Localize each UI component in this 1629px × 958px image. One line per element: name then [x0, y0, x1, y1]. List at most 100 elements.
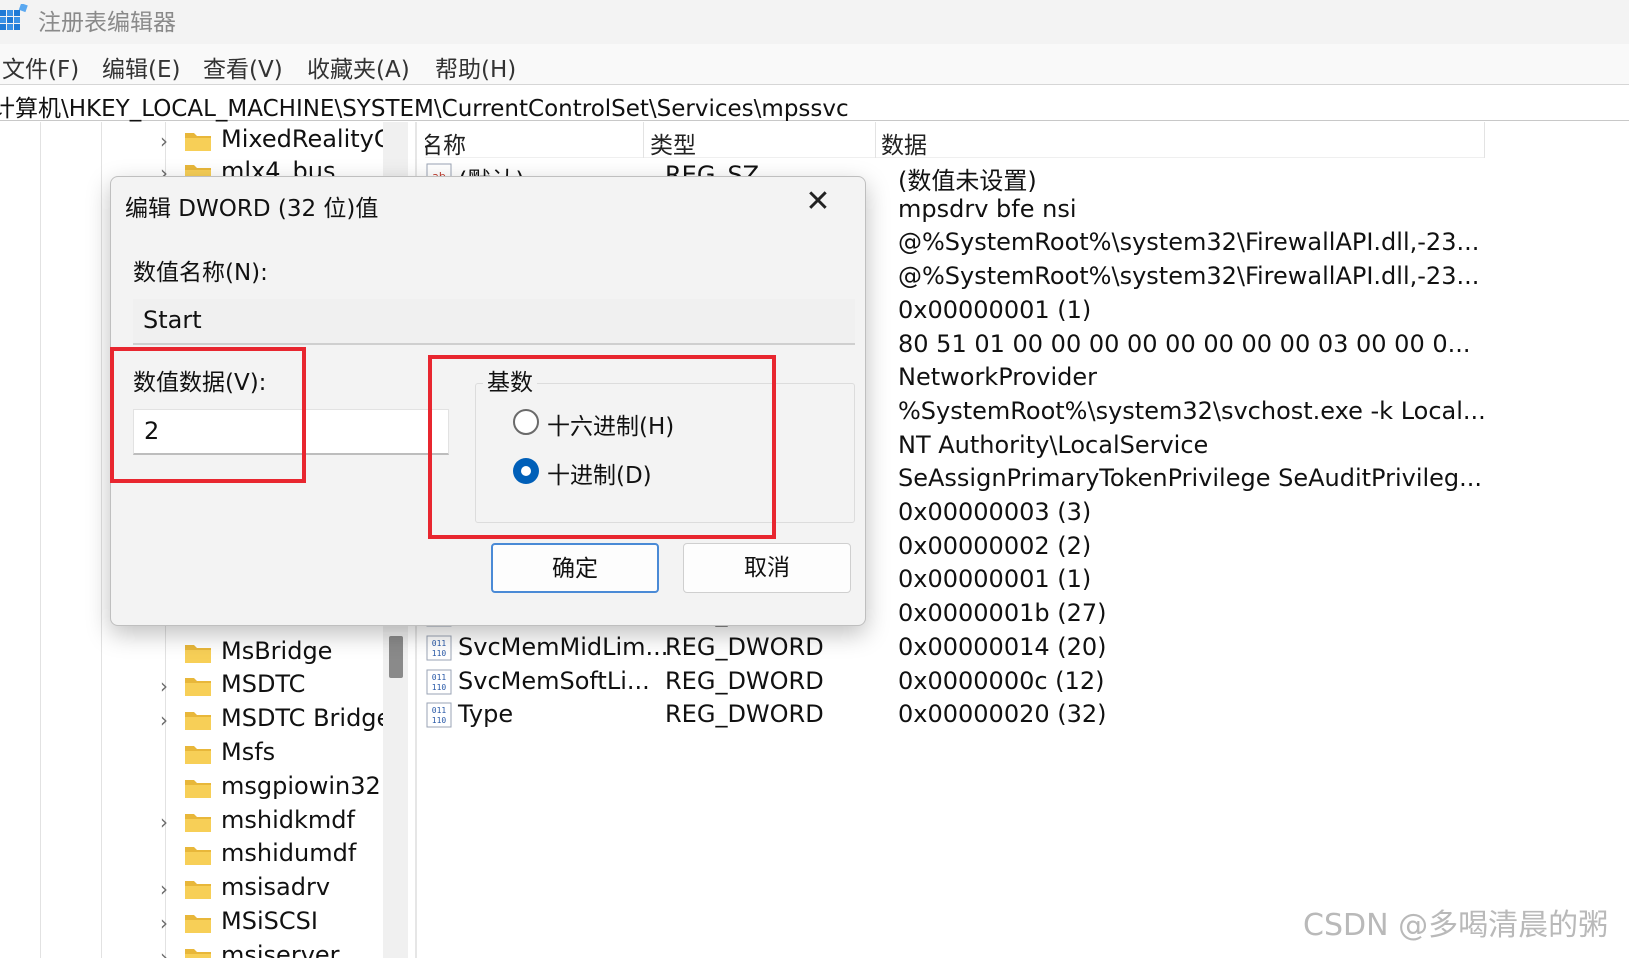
svg-text:011: 011 — [432, 706, 447, 715]
tree-item-label: Msfs — [221, 738, 276, 766]
value-name: SvcMemMidLim... — [458, 632, 669, 661]
svg-text:110: 110 — [432, 683, 447, 692]
value-type: REG_DWORD — [665, 632, 824, 661]
tree-scrollbar-thumb[interactable] — [389, 636, 403, 678]
title-bar: 注册表编辑器 — [0, 0, 1629, 44]
dialog-title-bar[interactable]: 编辑 DWORD (32 位)值 ✕ — [111, 177, 865, 233]
column-header-data[interactable]: 数据 — [881, 126, 927, 160]
folder-icon — [184, 912, 212, 934]
tree-item[interactable]: › mshidkmdf — [0, 805, 384, 839]
registry-editor-window: 注册表编辑器 文件(F) 编辑(E) 查看(V) 收藏夹(A) 帮助(H) 计算… — [0, 0, 1629, 958]
column-separator[interactable] — [643, 122, 644, 158]
folder-icon — [184, 946, 212, 958]
column-separator[interactable] — [875, 122, 876, 158]
tree-item-label: msgpiowin32 — [221, 772, 381, 800]
menu-help[interactable]: 帮助(H) — [435, 50, 516, 84]
value-data: NT Authority\LocalService — [898, 430, 1209, 459]
tree-item[interactable]: › MixedRealityC — [0, 124, 391, 158]
menu-edit[interactable]: 编辑(E) — [102, 50, 180, 84]
value-data: @%SystemRoot%\system32\FirewallAPI.dll,-… — [898, 262, 1480, 291]
column-header-name[interactable]: 名称 — [425, 126, 466, 160]
tree-item[interactable]: msgpiowin32 — [0, 771, 384, 805]
chevron-right-icon[interactable]: › — [160, 913, 174, 933]
menu-file[interactable]: 文件(F) — [2, 50, 79, 84]
address-path[interactable]: 计算机\HKEY_LOCAL_MACHINE\SYSTEM\CurrentCon… — [0, 89, 849, 123]
value-data: 0x0000001b (27) — [898, 599, 1107, 628]
value-data: 0x00000002 (2) — [898, 531, 1092, 560]
value-data: 0x00000003 (3) — [898, 498, 1092, 526]
tree-item-label: MixedRealityC — [221, 125, 391, 153]
value-data: NetworkProvider — [898, 363, 1098, 392]
folder-icon — [184, 709, 212, 731]
dword-value-icon: 011110 — [425, 635, 453, 661]
value-data: 80 51 01 00 00 00 00 00 00 00 00 03 00 0… — [898, 329, 1471, 358]
value-data: 0x00000020 (32) — [898, 700, 1107, 729]
tree-item[interactable]: › MSiSCSI — [0, 906, 384, 940]
tree-item-label: MSiSCSI — [221, 907, 318, 935]
tree-item-label: mshidkmdf — [221, 806, 355, 834]
dialog-title: 编辑 DWORD (32 位)值 — [125, 196, 379, 222]
svg-text:011: 011 — [432, 639, 447, 648]
tree-item[interactable]: MsBridge — [0, 636, 384, 670]
list-row[interactable]: 011 110 Type REG_DWORD 0x00000020 (32) — [425, 698, 1629, 732]
tree-item-label: mshidumdf — [221, 839, 357, 867]
tree-item[interactable]: Msfs — [0, 737, 384, 771]
value-type: REG_DWORD — [665, 700, 824, 729]
value-data: %SystemRoot%\system32\svchost.exe -k Loc… — [898, 396, 1486, 425]
tree-item[interactable]: › MSDTC — [0, 669, 384, 703]
list-row[interactable]: 011 110 SvcMemMidLim... REG_DWORD 0x00000014… — [425, 631, 1629, 665]
dword-value-icon: 011110 — [425, 702, 453, 728]
svg-text:110: 110 — [432, 649, 447, 658]
highlight-box-base — [428, 355, 776, 539]
tree-item[interactable]: › msisadrv — [0, 872, 384, 906]
value-data: (数值未设置) — [898, 167, 1037, 195]
column-separator[interactable] — [1484, 122, 1485, 158]
value-data: @%SystemRoot%\system32\FirewallAPI.dll,-… — [898, 228, 1480, 257]
value-name: Type — [458, 700, 514, 729]
value-data: 0x00000001 (1) — [898, 565, 1092, 594]
svg-text:011: 011 — [432, 673, 447, 682]
menu-bar: 文件(F) 编辑(E) 查看(V) 收藏夹(A) 帮助(H) — [0, 44, 1629, 84]
svg-text:110: 110 — [432, 716, 447, 725]
highlight-box-value-data — [110, 347, 306, 483]
folder-icon — [184, 878, 212, 900]
folder-icon — [184, 743, 212, 765]
tree-item-label: MsBridge — [221, 637, 333, 665]
tree-item-label: msiserver — [221, 941, 340, 958]
close-icon[interactable]: ✕ — [783, 177, 853, 227]
watermark: CSDN @多喝清晨的粥 — [1303, 908, 1609, 943]
chevron-right-icon[interactable]: › — [160, 131, 174, 151]
menu-favorites[interactable]: 收藏夹(A) — [307, 50, 410, 84]
folder-icon — [184, 777, 212, 799]
value-name: SvcMemSoftLi... — [458, 666, 650, 695]
window-title: 注册表编辑器 — [38, 10, 176, 36]
column-header-type[interactable]: 类型 — [650, 126, 696, 160]
chevron-right-icon[interactable]: › — [160, 676, 174, 696]
tree-item-label: msisadrv — [221, 873, 331, 901]
list-row[interactable]: 011 110 SvcMemSoftLi... REG_DWORD 0x0000000c… — [425, 665, 1629, 699]
folder-icon — [184, 844, 212, 866]
chevron-right-icon[interactable]: › — [160, 812, 174, 832]
chevron-right-icon[interactable]: › — [160, 947, 174, 958]
ok-button[interactable]: 确定 — [491, 543, 659, 593]
dword-value-icon: 011110 — [425, 669, 453, 695]
cancel-button[interactable]: 取消 — [683, 543, 851, 593]
registry-editor-icon — [0, 4, 28, 30]
value-data: SeAssignPrimaryTokenPrivilege SeAuditPri… — [898, 464, 1483, 493]
tree-item[interactable]: mshidumdf — [0, 838, 384, 872]
value-name-field: Start — [133, 299, 855, 345]
tree-item[interactable]: › MSDTC Bridge — [0, 703, 391, 737]
folder-icon — [184, 642, 212, 664]
chevron-right-icon[interactable]: › — [160, 710, 174, 730]
tree-item-label: MSDTC Bridge — [221, 704, 392, 732]
value-type: REG_DWORD — [665, 666, 824, 695]
tree-item[interactable]: › msiserver — [0, 940, 384, 958]
value-name-label: 数值名称(N): — [133, 260, 268, 286]
chevron-right-icon[interactable]: › — [160, 879, 174, 899]
list-header: 名称 类型 数据 — [425, 122, 1485, 160]
value-data: 0x00000014 (20) — [898, 632, 1107, 661]
value-data: 0x00000001 (1) — [898, 295, 1092, 324]
address-bar[interactable]: 计算机\HKEY_LOCAL_MACHINE\SYSTEM\CurrentCon… — [0, 84, 1629, 123]
folder-icon — [184, 130, 212, 152]
menu-view[interactable]: 查看(V) — [203, 50, 283, 84]
